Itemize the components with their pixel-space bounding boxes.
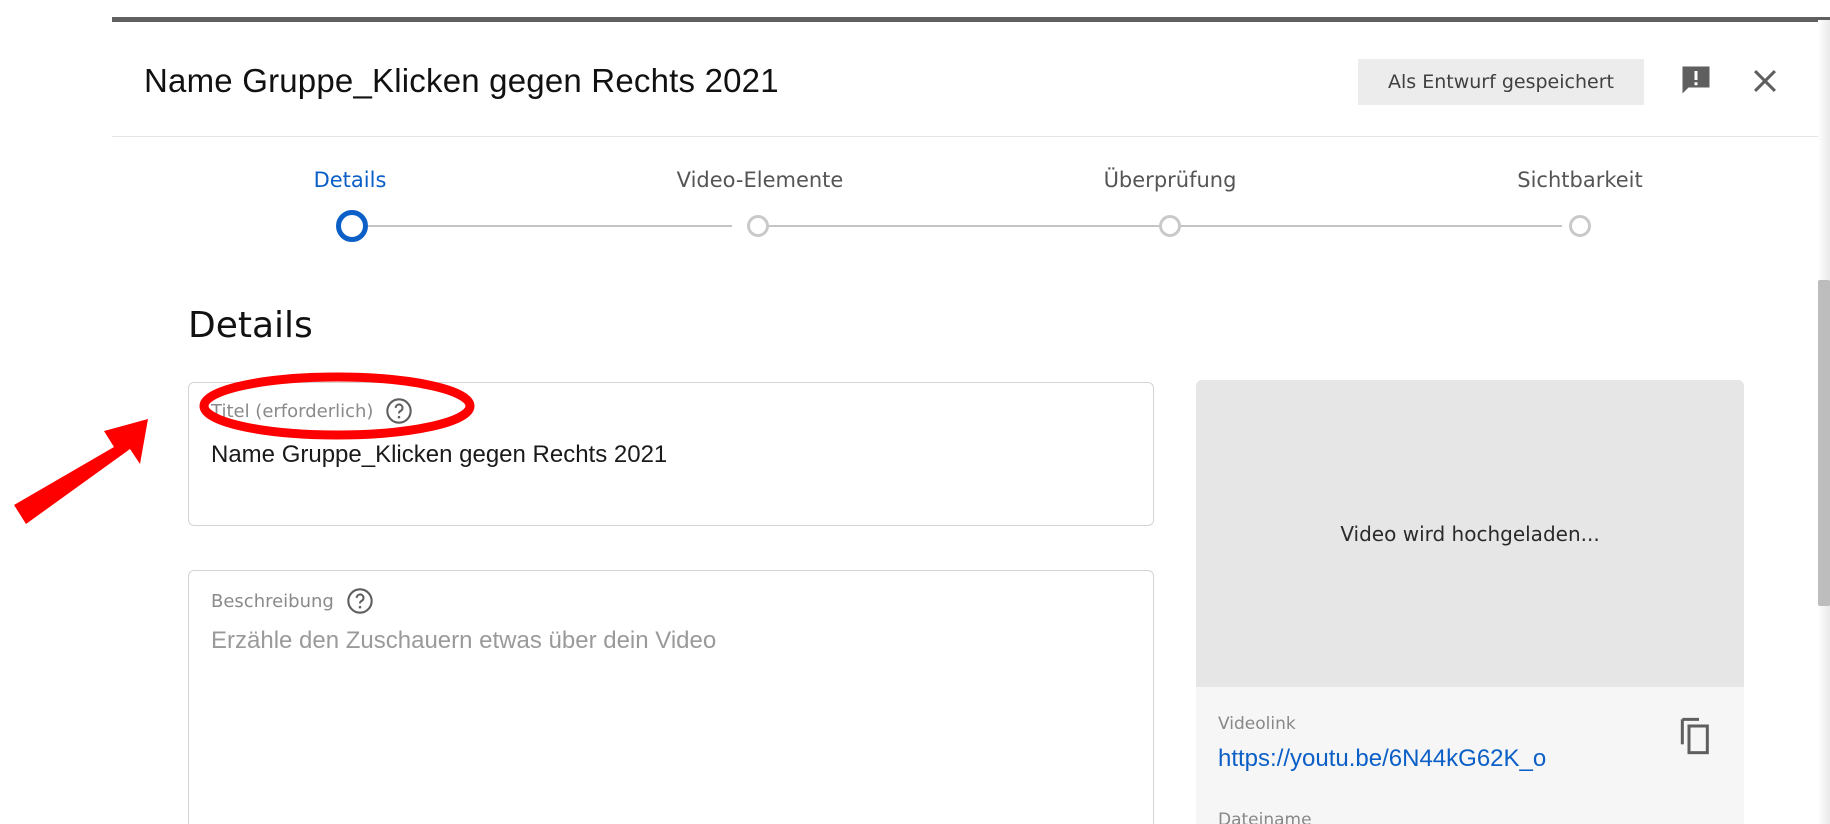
step-details-dot[interactable] [336, 210, 368, 242]
window-top-border [112, 17, 1830, 22]
title-field[interactable]: Titel (erforderlich) Name Gruppe_Klicken… [188, 382, 1154, 526]
description-input[interactable]: Erzähle den Zuschauern etwas über dein V… [211, 627, 716, 655]
title-field-label-text: Titel (erforderlich) [211, 400, 374, 422]
feedback-icon[interactable] [1678, 62, 1714, 98]
step-review-dot[interactable] [1159, 215, 1181, 237]
stepper-line [368, 225, 732, 227]
section-heading: Details [188, 305, 313, 346]
title-field-label: Titel (erforderlich) [211, 397, 413, 425]
video-link[interactable]: https://youtu.be/6N44kG62K_o [1218, 745, 1546, 773]
pointer-arrow [14, 419, 148, 524]
stepper-line [1180, 225, 1562, 227]
title-input[interactable]: Name Gruppe_Klicken gegen Rechts 2021 [211, 441, 667, 469]
copy-icon[interactable] [1674, 714, 1714, 758]
description-field-label-text: Beschreibung [211, 590, 334, 612]
help-icon[interactable] [346, 587, 374, 615]
description-field[interactable]: Beschreibung Erzähle den Zuschauern etwa… [188, 570, 1154, 824]
dialog-title: Name Gruppe_Klicken gegen Rechts 2021 [144, 62, 779, 99]
close-icon[interactable] [1748, 64, 1782, 98]
step-review[interactable]: Überprüfung [1104, 168, 1237, 192]
step-video-elements[interactable]: Video-Elemente [677, 168, 844, 192]
stepper-line [768, 225, 1160, 227]
step-details[interactable]: Details [314, 168, 387, 192]
scrollbar[interactable] [1818, 280, 1830, 606]
video-info-panel: Video wird hochgeladen... Videolink http… [1196, 380, 1744, 824]
step-visibility-dot[interactable] [1569, 215, 1591, 237]
step-visibility[interactable]: Sichtbarkeit [1517, 168, 1643, 192]
video-link-label: Videolink [1218, 714, 1296, 734]
help-icon[interactable] [385, 397, 413, 425]
header-divider [112, 136, 1818, 137]
step-video-elements-dot[interactable] [747, 215, 769, 237]
description-field-label: Beschreibung [211, 587, 374, 615]
draft-status-badge: Als Entwurf gespeichert [1358, 59, 1644, 105]
upload-status: Video wird hochgeladen... [1196, 380, 1744, 687]
filename-label: Dateiname [1218, 810, 1312, 824]
